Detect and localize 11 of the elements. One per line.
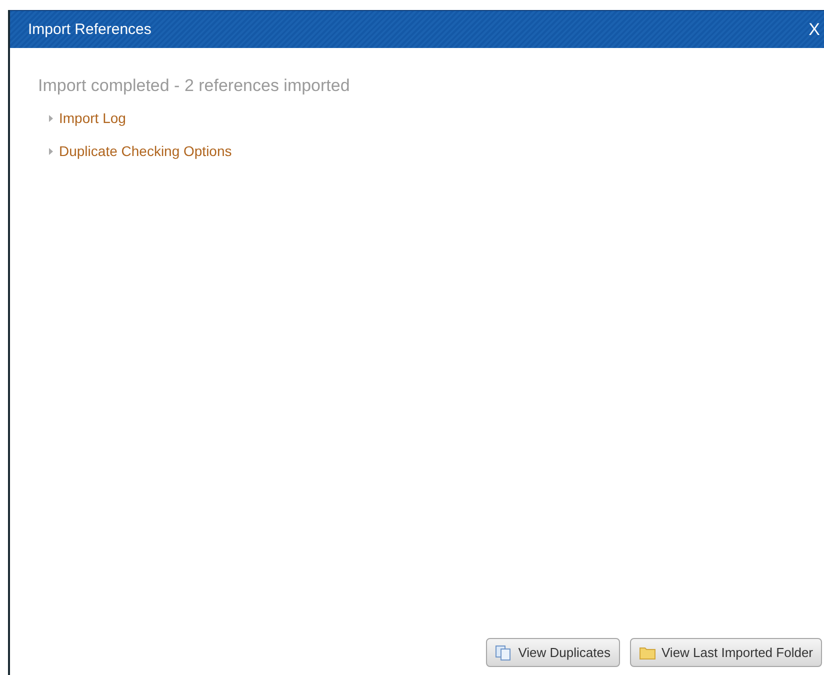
- section-link[interactable]: Duplicate Checking Options: [59, 143, 232, 159]
- folder-icon: [638, 646, 656, 660]
- caret-right-icon[interactable]: [48, 114, 54, 122]
- copy-pages-icon: [495, 644, 512, 660]
- view-duplicates-button[interactable]: View Duplicates: [486, 638, 620, 667]
- view-folder-button[interactable]: View Last Imported Folder: [630, 638, 822, 667]
- close-button[interactable]: X: [804, 20, 824, 40]
- section-link[interactable]: Import Log: [59, 110, 126, 126]
- window-title: Import References: [28, 21, 152, 38]
- status-heading: Import completed - 2 references imported: [38, 76, 351, 96]
- caret-right-icon[interactable]: [48, 148, 54, 154]
